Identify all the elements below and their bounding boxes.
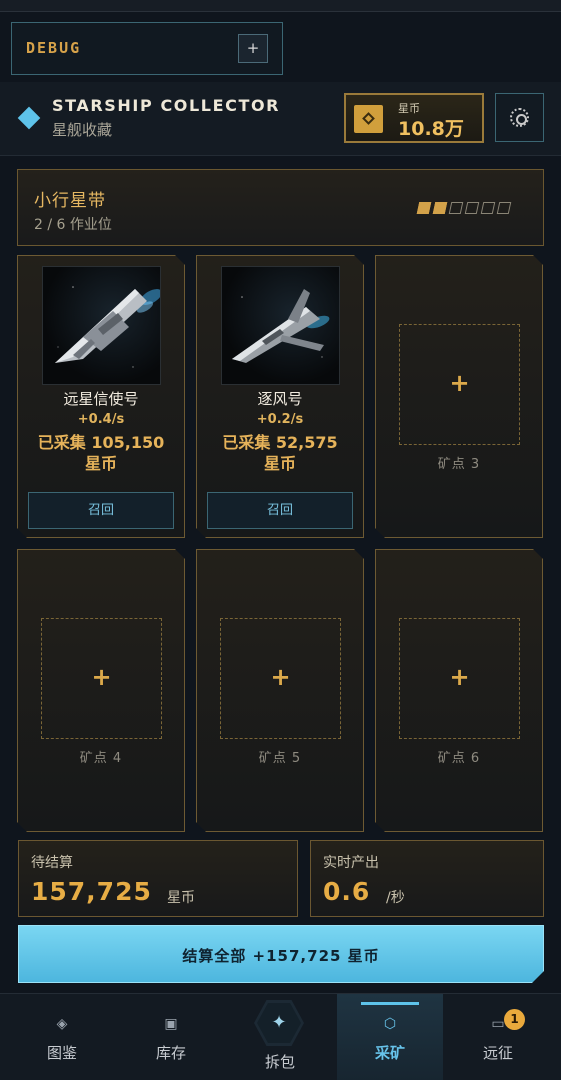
pending-panel: 待结算 157,725 星币 (18, 840, 298, 917)
nav-label: 采矿 (374, 1044, 405, 1062)
realtime-output-panel: 实时产出 0.6 /秒 (310, 840, 544, 917)
empty-slot[interactable]: + (41, 618, 162, 739)
notification-badge: 1 (504, 1009, 525, 1030)
ship-collected-unit: 星币 (84, 454, 117, 473)
slot-pip (464, 202, 480, 214)
inventory-icon: ▣ (164, 1016, 178, 1032)
empty-slot-card[interactable]: + 矿点 3 (375, 255, 543, 538)
settings-button[interactable] (495, 93, 544, 142)
slot-pip (416, 202, 432, 214)
location-panel: 小行星带 2 / 6 作业位 (17, 169, 544, 246)
pending-label: 待结算 (31, 855, 73, 871)
ship-name: 逐风号 (257, 390, 303, 408)
slot-pip (432, 202, 448, 214)
bottom-nav: ◈ 图鉴 ▣ 库存 ✦ 拆包 ⬡ 采矿 ▭ 1 远征 (0, 993, 561, 1080)
slot-pip (496, 202, 512, 214)
pending-value: 157,725 (31, 877, 152, 906)
slot-label: 矿点 6 (437, 751, 481, 766)
debug-expand-button[interactable]: + (238, 34, 268, 63)
ship-collected: 已采集 105,150 星币 (18, 432, 184, 474)
output-value: 0.6 (323, 877, 371, 906)
nav-inventory[interactable]: ▣ 库存 (115, 994, 227, 1080)
sparkle-icon: ✦ (257, 1003, 301, 1043)
slot-count: 2 / 6 作业位 (34, 217, 112, 233)
currency-value: 10.8万 (398, 118, 464, 140)
empty-slot-card[interactable]: + 矿点 6 (375, 549, 543, 832)
debug-panel: DEBUG + (11, 22, 283, 75)
gear-icon (510, 108, 529, 127)
output-unit: /秒 (386, 890, 405, 906)
ship-rate: +0.4/s (77, 412, 125, 427)
slot-indicator (416, 202, 512, 214)
ship-card[interactable]: 远星信使号 +0.4/s 已采集 105,150 星币 召回 (17, 255, 185, 538)
empty-slot-card[interactable]: + 矿点 5 (196, 549, 364, 832)
ship-collected: 已采集 52,575 星币 (197, 432, 363, 474)
nav-label: 库存 (155, 1044, 186, 1062)
slot-label: 矿点 5 (258, 751, 302, 766)
recall-button[interactable]: 召回 (207, 492, 353, 529)
expedition-icon: ▭ (491, 1016, 505, 1032)
ship-image (42, 266, 161, 385)
app-title: STARSHIP COLLECTOR (52, 96, 281, 115)
add-ship-icon: + (91, 663, 112, 691)
nav-label: 图鉴 (46, 1044, 77, 1062)
ship-collected-unit: 星币 (263, 454, 296, 473)
app-subtitle: 星舰收藏 (52, 121, 113, 139)
ship-collected-amount: 已采集 105,150 (37, 433, 165, 452)
recall-button[interactable]: 召回 (28, 492, 174, 529)
empty-slot-card[interactable]: + 矿点 4 (17, 549, 185, 832)
add-ship-icon: + (270, 663, 291, 691)
mining-icon: ⬡ (383, 1016, 397, 1032)
nav-codex[interactable]: ◈ 图鉴 (6, 994, 118, 1080)
ship-image (221, 266, 340, 385)
empty-slot[interactable]: + (399, 618, 520, 739)
nav-label: 远征 (482, 1044, 513, 1062)
unpack-hex-icon: ✦ (254, 1000, 304, 1046)
empty-slot[interactable]: + (399, 324, 520, 445)
nav-expedition[interactable]: ▭ 1 远征 (442, 994, 554, 1080)
ship-card[interactable]: 逐风号 +0.2/s 已采集 52,575 星币 召回 (196, 255, 364, 538)
nav-label: 拆包 (264, 1053, 295, 1071)
currency-display[interactable]: 星币 10.8万 (344, 93, 484, 143)
ship-name: 远星信使号 (63, 390, 139, 408)
pending-unit: 星币 (167, 890, 195, 906)
coin-icon (354, 105, 383, 133)
nav-mining[interactable]: ⬡ 采矿 (337, 994, 443, 1080)
settle-all-button[interactable]: 结算全部 +157,725 星币 (18, 925, 544, 983)
output-label: 实时产出 (323, 855, 379, 871)
debug-label: DEBUG (26, 39, 82, 57)
slot-label: 矿点 4 (79, 751, 123, 766)
ship-rate: +0.2/s (256, 412, 304, 427)
slot-pip (480, 202, 496, 214)
status-strip (0, 0, 561, 12)
active-indicator (361, 1002, 419, 1005)
add-ship-icon: + (449, 663, 470, 691)
codex-icon: ◈ (56, 1016, 68, 1032)
nav-unpack[interactable]: ✦ 拆包 (224, 994, 336, 1080)
slot-label: 矿点 3 (437, 457, 481, 472)
slot-pip (448, 202, 464, 214)
settle-all-label: 结算全部 +157,725 星币 (182, 947, 380, 965)
ship-collected-amount: 已采集 52,575 (222, 433, 338, 452)
add-ship-icon: + (449, 369, 470, 397)
location-name: 小行星带 (34, 191, 106, 211)
empty-slot[interactable]: + (220, 618, 341, 739)
